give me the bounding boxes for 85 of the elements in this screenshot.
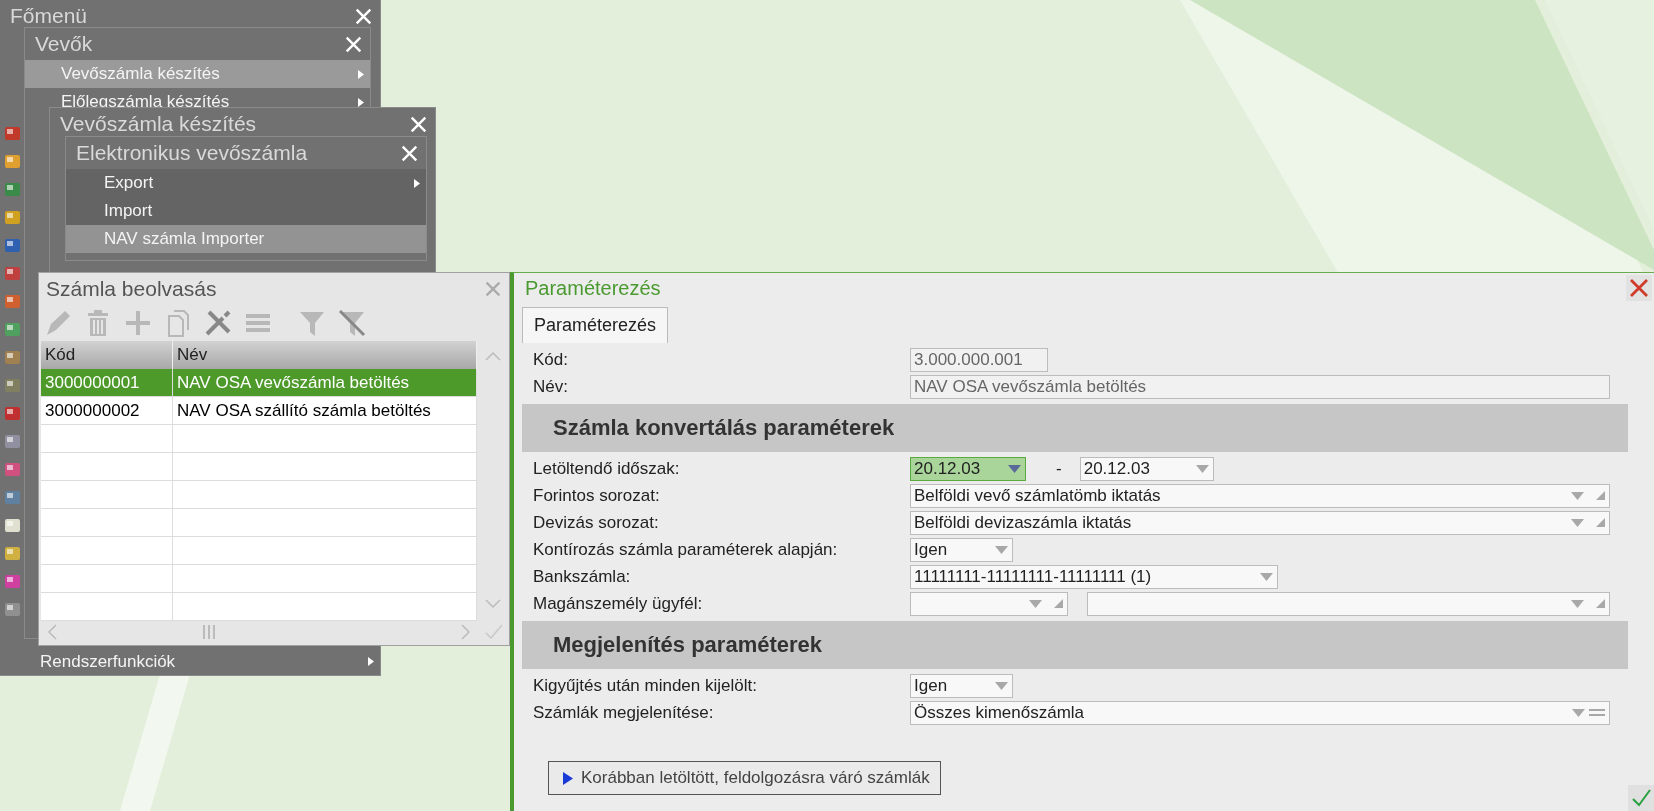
dropdown-arrow-icon[interactable] xyxy=(1571,599,1584,608)
menu-item[interactable]: Rendszerfunkciók xyxy=(0,648,380,675)
name-field[interactable]: NAV OSA vevőszámla betöltés xyxy=(910,374,1610,399)
menu-title: Vevők xyxy=(35,32,93,56)
scroll-down-icon[interactable] xyxy=(485,599,501,609)
tile-icon[interactable] xyxy=(3,488,22,507)
section-heading: Számla konvertálás paraméterek xyxy=(522,404,1628,452)
resize-grip-icon[interactable] xyxy=(1596,491,1605,500)
scroll-thumb-icon[interactable] xyxy=(202,624,216,640)
resize-grip-icon[interactable] xyxy=(1054,599,1063,608)
scroll-up-icon[interactable] xyxy=(485,351,501,361)
play-icon xyxy=(563,771,573,785)
dropdown-arrow-icon[interactable] xyxy=(1572,708,1585,717)
tile-icon[interactable] xyxy=(3,264,22,283)
menu-item[interactable]: Import xyxy=(66,197,426,225)
list-icon[interactable] xyxy=(1589,708,1605,717)
dropdown-arrow-icon[interactable] xyxy=(1571,518,1584,527)
tile-icon[interactable] xyxy=(3,460,22,479)
resize-grip-icon[interactable] xyxy=(1596,518,1605,527)
plus-icon[interactable] xyxy=(123,308,153,338)
field-label: Forintos sorozat: xyxy=(533,485,661,506)
date-field[interactable]: 20.12.03 xyxy=(1079,456,1214,481)
tile-icon[interactable] xyxy=(3,292,22,311)
tile-icon[interactable] xyxy=(3,208,22,227)
tile-icon[interactable] xyxy=(3,544,22,563)
field-label: Bankszámla: xyxy=(533,566,632,587)
field-label: Kigyűjtés után minden kijelölt: xyxy=(533,675,758,696)
tile-icon[interactable] xyxy=(3,320,22,339)
dropdown-field[interactable]: 11111111-11111111-11111111 (1) xyxy=(910,564,1278,589)
dropdown-field[interactable]: Igen xyxy=(910,673,1013,698)
tile-icon[interactable] xyxy=(3,600,22,619)
expand-button[interactable]: Korábban letöltött, feldolgozásra váró számlák xyxy=(548,761,941,795)
tile-icon[interactable] xyxy=(3,236,22,255)
dropdown-field[interactable] xyxy=(1087,591,1610,616)
filter-clear-icon[interactable] xyxy=(337,308,367,338)
dropdown-field[interactable] xyxy=(910,591,1068,616)
date-field[interactable]: 20.12.03 xyxy=(910,456,1026,481)
tile-icon[interactable] xyxy=(3,516,22,535)
dropdown-field[interactable]: Belföldi vevő számlatömb iktatás xyxy=(910,483,1610,508)
table-row[interactable]: 3000000002 NAV OSA szállító számla betöltés xyxy=(41,397,477,425)
table-cell: NAV OSA szállító számla betöltés xyxy=(173,397,477,424)
tile-icon[interactable] xyxy=(3,432,22,451)
table-cell: 3000000001 xyxy=(41,369,173,396)
tile-icon[interactable] xyxy=(3,124,22,143)
field-label: Számlák megjelenítése: xyxy=(533,702,715,723)
tile-icon[interactable] xyxy=(3,404,22,423)
dropdown-field[interactable]: Igen xyxy=(910,537,1013,562)
panel-title: Paraméterezés xyxy=(525,276,661,300)
field-label: Név: xyxy=(533,376,569,397)
dropdown-arrow-icon[interactable] xyxy=(1029,599,1042,608)
field-label: Kontírozás számla paraméterek alapján: xyxy=(533,539,839,560)
scroll-right-icon[interactable] xyxy=(461,624,471,640)
tile-icon[interactable] xyxy=(3,152,22,171)
field-label: Letöltendő időszak: xyxy=(533,458,681,479)
dropdown-field[interactable]: Belföldi devizaszámla iktatás xyxy=(910,510,1610,535)
dropdown-arrow-icon[interactable] xyxy=(995,545,1008,554)
code-field[interactable]: 3.000.000.001 xyxy=(910,347,1048,372)
menu-item[interactable]: Export xyxy=(66,169,426,197)
tile-icon[interactable] xyxy=(3,572,22,591)
dropdown-arrow-icon[interactable] xyxy=(1195,464,1209,473)
table-cell: 3000000002 xyxy=(41,397,173,424)
dropdown-arrow-icon[interactable] xyxy=(1260,572,1273,581)
table-cell: NAV OSA vevőszámla betöltés xyxy=(173,369,477,396)
close-icon[interactable] xyxy=(1626,275,1652,301)
check-icon[interactable] xyxy=(485,624,503,640)
tile-icon[interactable] xyxy=(3,180,22,199)
tile-icon[interactable] xyxy=(3,376,22,395)
tile-icon[interactable] xyxy=(3,348,22,367)
menu-title: Főmenü xyxy=(10,4,88,28)
resize-grip-icon[interactable] xyxy=(1596,599,1605,608)
table-row[interactable]: 3000000001 NAV OSA vevőszámla betöltés xyxy=(41,369,477,397)
range-dash: - xyxy=(1056,458,1062,479)
dropdown-arrow-icon[interactable] xyxy=(995,681,1008,690)
dropdown-field[interactable]: Összes kimenőszámla xyxy=(910,700,1610,725)
menu-title: Elektronikus vevőszámla xyxy=(76,141,308,165)
dropdown-arrow-icon[interactable] xyxy=(1008,464,1021,473)
check-icon[interactable] xyxy=(1628,785,1654,811)
window-title: Számla beolvasás xyxy=(46,277,217,301)
tab[interactable]: Paraméterezés xyxy=(522,307,669,343)
scroll-left-icon[interactable] xyxy=(47,624,57,640)
field-label: Magánszemély ügyfél: xyxy=(533,593,704,614)
dropdown-arrow-icon[interactable] xyxy=(1571,491,1584,500)
field-label: Kód: xyxy=(533,349,569,370)
field-label: Devizás sorozat: xyxy=(533,512,660,533)
section-heading: Megjelenítés paraméterek xyxy=(522,621,1628,669)
